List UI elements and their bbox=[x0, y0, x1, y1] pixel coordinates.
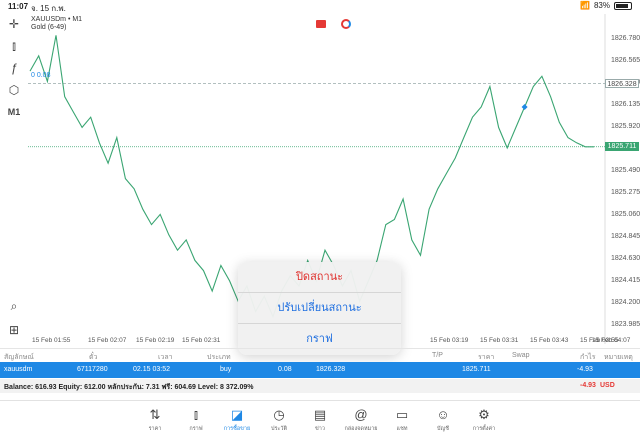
price-tick-label: 1825.060 bbox=[611, 211, 640, 218]
order-level-label: 0 0.08 bbox=[31, 72, 51, 79]
time-tick-label: 15 Feb 01:55 bbox=[32, 337, 71, 344]
nav-trade[interactable]: ◪ การซื้อขาย bbox=[216, 407, 258, 433]
time-tick-label: 15 Feb 03:43 bbox=[530, 337, 569, 344]
price-tick-label: 1823.985 bbox=[611, 321, 640, 328]
current-price-box: 1825.711 bbox=[605, 142, 639, 152]
one-click-icon[interactable] bbox=[341, 19, 351, 29]
account-icon: ☺ bbox=[436, 407, 450, 422]
clock: 11:07 bbox=[8, 2, 29, 11]
price-tick-label: 1824.200 bbox=[611, 299, 640, 306]
timeframe-button[interactable]: M1 bbox=[6, 104, 22, 120]
time-tick-label: 15 Feb 04:07 bbox=[592, 337, 631, 344]
row-profit: -4.93 bbox=[577, 366, 593, 373]
modify-position-button[interactable]: ปรับเปลี่ยนสถานะ bbox=[238, 293, 401, 324]
news-icon: ▤ bbox=[313, 407, 327, 422]
position-row[interactable]: xauusdm 67117280 02.15 03:52 buy 0.08 18… bbox=[0, 362, 640, 378]
crosshair-icon[interactable]: ✛ bbox=[6, 16, 22, 32]
search-icon[interactable]: ⌕ bbox=[6, 298, 22, 314]
price-tick-label: 1826.780 bbox=[611, 35, 640, 42]
position-action-sheet: ปิดสถานะ ปรับเปลี่ยนสถานะ กราฟ bbox=[238, 262, 401, 355]
row-price: 1825.711 bbox=[462, 366, 491, 373]
nav-account[interactable]: ☺ บัญชี bbox=[422, 407, 464, 433]
row-ticket: 67117280 bbox=[77, 366, 108, 373]
row-symbol: xauusdm bbox=[4, 366, 33, 373]
time-tick-label: 15 Feb 02:19 bbox=[136, 337, 175, 344]
quotes-arrows-icon: ⇅ bbox=[149, 407, 161, 422]
mail-at-icon: @ bbox=[354, 407, 368, 422]
price-tick-label: 1824.845 bbox=[611, 233, 640, 240]
time-tick-label: 15 Feb 03:31 bbox=[480, 337, 519, 344]
close-position-button[interactable]: ปิดสถานะ bbox=[238, 262, 401, 293]
currency: USD bbox=[600, 382, 615, 389]
time-tick-label: 15 Feb 02:31 bbox=[182, 337, 221, 344]
bottom-navigation: ⇅ ราคา ⫾ กราฟ ◪ การซื้อขาย ◷ ประวัติ ▤ ข… bbox=[0, 400, 640, 447]
col-tp: T/P bbox=[432, 352, 443, 359]
nav-mailbox[interactable]: @ กล่องจดหมาย bbox=[340, 407, 382, 433]
chart-toolbar: ✛ ⫾ ƒ ⬡ M1 ⌕ ⊞ bbox=[0, 14, 28, 344]
wifi-icon: 📶 bbox=[580, 1, 590, 10]
price-tick-label: 1826.135 bbox=[611, 101, 640, 108]
candles-icon: ⫾ bbox=[193, 407, 199, 422]
price-tick-label: 1824.630 bbox=[611, 255, 640, 262]
account-summary: Balance: 616.93 Equity: 612.00 หลักประกั… bbox=[0, 379, 640, 393]
order-marker-icon bbox=[521, 103, 528, 110]
battery-icon bbox=[614, 1, 632, 10]
price-tick-label: 1825.920 bbox=[611, 123, 640, 130]
price-tick-label: 1825.490 bbox=[611, 167, 640, 174]
total-profit: -4.93 bbox=[580, 382, 596, 389]
nav-news[interactable]: ▤ ข่าว bbox=[299, 407, 341, 433]
nav-settings[interactable]: ⚙ การตั้งค่า bbox=[463, 407, 505, 433]
flag-icon[interactable] bbox=[316, 20, 326, 28]
chart-indicator: Gold (6-49) bbox=[31, 24, 67, 31]
price-tick-label: 1826.565 bbox=[611, 57, 640, 64]
price-tick-label: 1824.415 bbox=[611, 277, 640, 284]
status-bar: 11:07 จ. 15 ก.พ. 📶 83% bbox=[0, 0, 640, 13]
positions-table-header: สัญลักษณ์ ตั๋ว เวลา ประเภท T/P ราคา Swap… bbox=[0, 348, 640, 361]
row-time: 02.15 03:52 bbox=[133, 366, 170, 373]
chart-symbol: XAUUSDm • M1 bbox=[31, 16, 83, 23]
nav-chat[interactable]: ▭ แชท bbox=[381, 407, 423, 433]
time-tick-label: 15 Feb 03:19 bbox=[430, 337, 469, 344]
balance-text: Balance: 616.93 Equity: 612.00 หลักประกั… bbox=[4, 384, 254, 391]
row-type: buy bbox=[220, 366, 232, 373]
row-volume: 0.08 bbox=[278, 366, 292, 373]
time-tick-label: 15 Feb 02:07 bbox=[88, 337, 127, 344]
col-swap: Swap bbox=[512, 352, 530, 359]
function-icon[interactable]: ƒ bbox=[6, 60, 22, 76]
candles-icon[interactable]: ⫾ bbox=[6, 38, 22, 54]
objects-icon[interactable]: ⬡ bbox=[6, 82, 22, 98]
order-price-box: 1826.328 bbox=[605, 79, 639, 89]
nav-chart[interactable]: ⫾ กราฟ bbox=[175, 407, 217, 433]
nav-history[interactable]: ◷ ประวัติ bbox=[258, 407, 300, 433]
trade-chart-icon: ◪ bbox=[230, 407, 244, 422]
battery-percent: 83% bbox=[593, 1, 610, 10]
nav-quotes[interactable]: ⇅ ราคา bbox=[134, 407, 176, 433]
settings-gear-icon: ⚙ bbox=[478, 407, 490, 422]
price-tick-label: 1825.275 bbox=[611, 189, 640, 196]
history-clock-icon: ◷ bbox=[273, 407, 285, 422]
row-open-price: 1826.328 bbox=[316, 366, 346, 373]
chat-icon: ▭ bbox=[395, 407, 409, 422]
add-icon[interactable]: ⊞ bbox=[6, 322, 22, 338]
